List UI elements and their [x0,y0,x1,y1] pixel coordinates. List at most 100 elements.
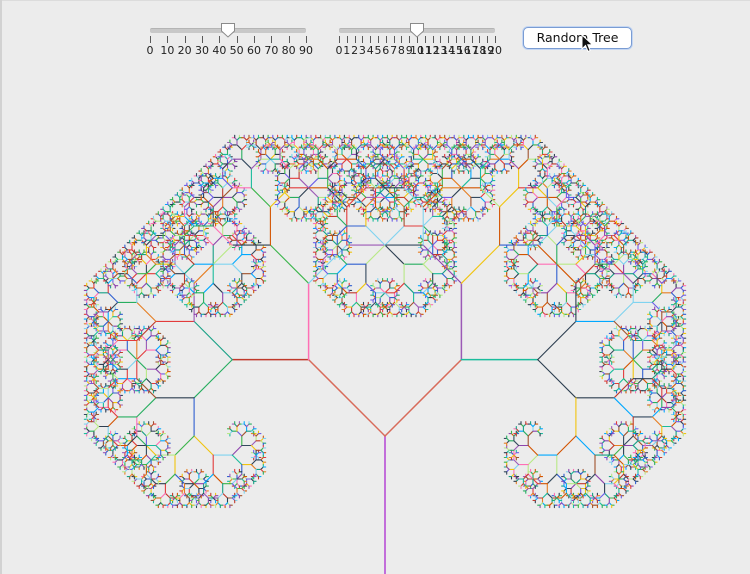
tree-branch [346,153,353,160]
tree-branch [298,163,305,170]
tree-branch [365,196,377,208]
tree-branch [269,244,310,284]
tree-branch [107,392,114,399]
tree-branch [250,440,257,447]
tree-branch [408,144,415,151]
tree-branch [183,239,190,246]
tree-branch [141,378,147,385]
tree-branch [441,211,448,217]
tree-branch [203,492,209,499]
tree-branch [432,244,439,251]
tree-branch [346,158,353,165]
tree-branch [174,435,195,456]
tree-branch [107,378,119,389]
tree-branch [365,225,386,246]
tree-branch [155,363,162,370]
tree-branch [308,244,348,284]
tree-branch [384,192,391,198]
tree-branch [393,144,400,151]
tree-branch [207,196,214,203]
tree-branch [236,282,243,289]
tree-branch [331,244,338,251]
tree-branch [422,158,429,165]
tree-branch [102,316,109,322]
tree-branch [193,359,233,399]
tree-branch [241,430,248,437]
tree-branch [231,234,238,241]
tree-branch [298,206,305,213]
tree-branch [298,187,310,198]
tree-branch [179,244,186,251]
tree-branch [427,239,434,246]
tree-branch [183,263,195,275]
tree-branch [107,330,119,342]
tree-branch [379,287,386,294]
tree-branch [441,273,448,280]
tree-branch [222,220,229,227]
tree-branch [107,316,114,322]
tree-branch [141,335,147,342]
tree-branch [284,172,291,179]
tree-branch [379,292,386,299]
tree-branch [93,287,100,294]
tree-branch [312,163,319,170]
tree-branch [427,244,434,251]
tree-branch [422,287,429,294]
tree-branch [370,206,377,213]
tree-branch [341,153,348,160]
tree-branch [360,192,367,198]
tree-branch [250,254,257,260]
tree-branch [417,153,424,160]
tree-branch [193,483,200,490]
tree-branch [355,144,362,151]
tree-branch [121,378,128,385]
tree-branch [93,382,100,389]
tree-branch [203,473,214,485]
tree-branch [141,258,147,265]
tree-branch [183,254,195,265]
tree-branch [217,182,224,189]
tree-branch [422,225,434,237]
tree-branch [231,192,238,198]
tree-branch [460,177,472,189]
tree-branch [308,187,319,198]
tree-branch [112,273,119,280]
tree-branch [336,225,348,237]
tree-branch [422,244,462,284]
tree-branch [212,196,224,208]
tree-branch [341,287,348,294]
tree-branch [222,163,229,170]
tree-branch [131,268,138,275]
tree-branch [403,282,415,294]
tree-branch [432,144,439,151]
tree-branch [255,144,262,151]
tree-branch [93,344,100,351]
tree-branch [188,478,195,485]
tree-branch [155,273,162,280]
tree-branch [131,273,138,280]
tree-branch [183,201,190,208]
tree-branch [212,282,224,294]
tree-branch [145,239,152,246]
tree-branch [422,254,434,265]
tree-branch [145,454,152,461]
tree-branch [126,335,133,342]
tree-branch [441,254,448,260]
tree-branch [136,397,157,418]
tree-branch [145,263,157,275]
tree-branch [93,368,100,375]
tree-branch [141,430,147,437]
tree-branch [203,220,209,227]
tree-branch [164,492,171,499]
tree-branch [384,358,463,437]
tree-branch [107,292,119,303]
tree-branch [145,335,152,342]
tree-branch [107,397,114,404]
tree-branch [336,215,348,227]
tree-branch [155,368,162,375]
tree-branch [179,220,186,227]
tree-branch [322,273,329,280]
tree-branch [269,153,276,160]
tree-branch [403,196,410,203]
tree-branch [241,144,248,151]
